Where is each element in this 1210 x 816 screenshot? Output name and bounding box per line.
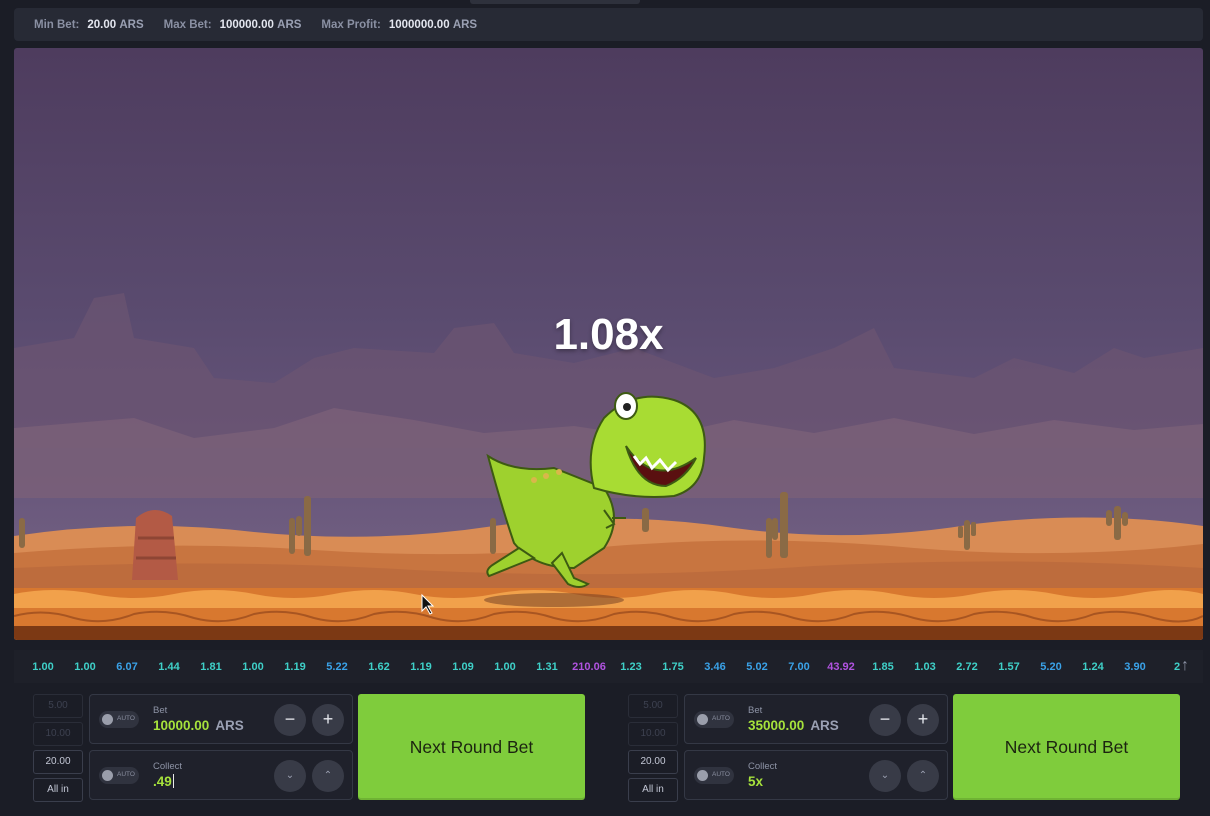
current-multiplier: 1.08x: [553, 310, 664, 359]
bet-field: AUTO Bet 10000.00 ARS − +: [89, 694, 353, 744]
auto-bet-toggle[interactable]: AUTO: [99, 711, 139, 728]
arrow-up-icon[interactable]: ↑: [1175, 656, 1195, 676]
all-in-button[interactable]: All in: [628, 778, 678, 802]
bet-amount-input[interactable]: 35000.00 ARS: [748, 718, 839, 733]
collect-field: AUTO Collect 5x ⌄ ⌃: [684, 750, 948, 800]
collect-value: 5x: [748, 774, 764, 789]
auto-collect-toggle[interactable]: AUTO: [99, 767, 139, 784]
toggle-knob: [697, 714, 708, 725]
history-multiplier: 1.62: [368, 660, 390, 673]
history-multiplier: 43.92: [827, 660, 855, 673]
bet-amount-input[interactable]: 10000.00 ARS: [153, 718, 244, 733]
history-multiplier: 1.19: [284, 660, 306, 673]
min-bet-currency: ARS: [119, 18, 144, 31]
history-multiplier: 1.75: [662, 660, 684, 673]
all-in-button[interactable]: All in: [33, 778, 83, 802]
min-bet-info: Min Bet: 20.00 ARS: [34, 19, 144, 31]
history-multiplier: 7.00: [788, 660, 810, 673]
auto-label: AUTO: [712, 771, 730, 778]
history-multiplier: 1.31: [536, 660, 558, 673]
decrease-bet-button[interactable]: −: [869, 704, 901, 736]
history-multiplier: 210.06: [572, 660, 606, 673]
history-multiplier: 1.00: [74, 660, 96, 673]
max-profit-value: 1000000.00: [388, 18, 450, 31]
history-multiplier: 1.19: [410, 660, 432, 673]
next-round-bet-button[interactable]: Next Round Bet: [358, 694, 585, 800]
increase-bet-button[interactable]: +: [312, 704, 344, 736]
next-round-bet-button[interactable]: Next Round Bet: [953, 694, 1180, 800]
collect-value: .49: [153, 774, 172, 789]
quick-bet-buttons: 5.00 10.00 20.00 All in: [33, 694, 85, 806]
bet-currency: ARS: [810, 718, 839, 733]
auto-collect-toggle[interactable]: AUTO: [694, 767, 734, 784]
auto-label: AUTO: [117, 771, 135, 778]
chevron-up-icon[interactable]: ⌃: [312, 760, 344, 792]
toggle-knob: [102, 714, 113, 725]
bet-label: Bet: [748, 705, 763, 716]
bet-field: AUTO Bet 35000.00 ARS − +: [684, 694, 948, 744]
collect-input[interactable]: 5x: [748, 774, 763, 789]
history-multiplier: 1.00: [242, 660, 264, 673]
bet-limits-bar: Min Bet: 20.00 ARS Max Bet: 100000.00 AR…: [14, 8, 1203, 41]
max-bet-label: Max Bet:: [163, 18, 212, 31]
auto-label: AUTO: [712, 715, 730, 722]
min-bet-label: Min Bet:: [34, 18, 80, 31]
quick-bet-20[interactable]: 20.00: [628, 750, 678, 774]
increase-bet-button[interactable]: +: [907, 704, 939, 736]
auto-bet-toggle[interactable]: AUTO: [694, 711, 734, 728]
max-bet-currency: ARS: [277, 18, 302, 31]
collect-field: AUTO Collect .49 ⌄ ⌃: [89, 750, 353, 800]
history-multiplier: 1.03: [914, 660, 936, 673]
max-bet-value: 100000.00: [219, 18, 274, 31]
min-bet-value: 20.00: [87, 18, 117, 31]
collect-input[interactable]: .49: [153, 774, 174, 789]
quick-bet-5[interactable]: 5.00: [628, 694, 678, 718]
history-multiplier: 5.22: [326, 660, 348, 673]
chevron-down-icon[interactable]: ⌄: [869, 760, 901, 792]
bet-amount: 35000.00: [748, 718, 805, 733]
history-multiplier: 5.20: [1040, 660, 1062, 673]
history-multiplier: 1.00: [32, 660, 54, 673]
history-multiplier: 1.00: [494, 660, 516, 673]
quick-bet-10[interactable]: 10.00: [33, 722, 83, 746]
text-caret: [172, 774, 174, 788]
decrease-bet-button[interactable]: −: [274, 704, 306, 736]
auto-label: AUTO: [117, 715, 135, 722]
bet-currency: ARS: [215, 718, 244, 733]
max-profit-info: Max Profit: 1000000.00 ARS: [321, 19, 477, 31]
history-multiplier: 6.07: [116, 660, 138, 673]
history-multiplier: 5.02: [746, 660, 768, 673]
max-profit-label: Max Profit:: [321, 18, 381, 31]
history-multiplier: 1.81: [200, 660, 222, 673]
history-multiplier: 1.09: [452, 660, 474, 673]
history-multiplier: 3.90: [1124, 660, 1146, 673]
game-scene: 1.08x: [14, 48, 1203, 640]
history-multiplier: 2.72: [956, 660, 978, 673]
quick-bet-10[interactable]: 10.00: [628, 722, 678, 746]
quick-bet-buttons: 5.00 10.00 20.00 All in: [628, 694, 680, 806]
bet-panel-2: 5.00 10.00 20.00 All in AUTO Bet 35000.0…: [628, 694, 1188, 802]
top-notch: [470, 0, 640, 4]
bet-label: Bet: [153, 705, 168, 716]
history-multiplier: 3.46: [704, 660, 726, 673]
max-profit-currency: ARS: [452, 18, 478, 31]
chevron-up-icon[interactable]: ⌃: [907, 760, 939, 792]
collect-label: Collect: [748, 761, 778, 772]
multiplier-history: 1.00 1.00 6.07 1.44 1.81 1.00 1.19 5.22 1.62 1.19…: [14, 650, 1203, 683]
max-bet-info: Max Bet: 100000.00 ARS: [164, 19, 302, 31]
collect-label: Collect: [153, 761, 183, 772]
history-multiplier: 1.85: [872, 660, 894, 673]
history-multiplier: 1.23: [620, 660, 642, 673]
quick-bet-20[interactable]: 20.00: [33, 750, 83, 774]
history-multiplier: 1.57: [998, 660, 1020, 673]
chevron-down-icon[interactable]: ⌄: [274, 760, 306, 792]
history-multiplier: 1.44: [158, 660, 180, 673]
bet-panel-1: 5.00 10.00 20.00 All in AUTO Bet 10000.0…: [33, 694, 593, 802]
quick-bet-5[interactable]: 5.00: [33, 694, 83, 718]
bet-amount: 10000.00: [153, 718, 210, 733]
toggle-knob: [102, 770, 113, 781]
toggle-knob: [697, 770, 708, 781]
history-multiplier: 1.24: [1082, 660, 1104, 673]
